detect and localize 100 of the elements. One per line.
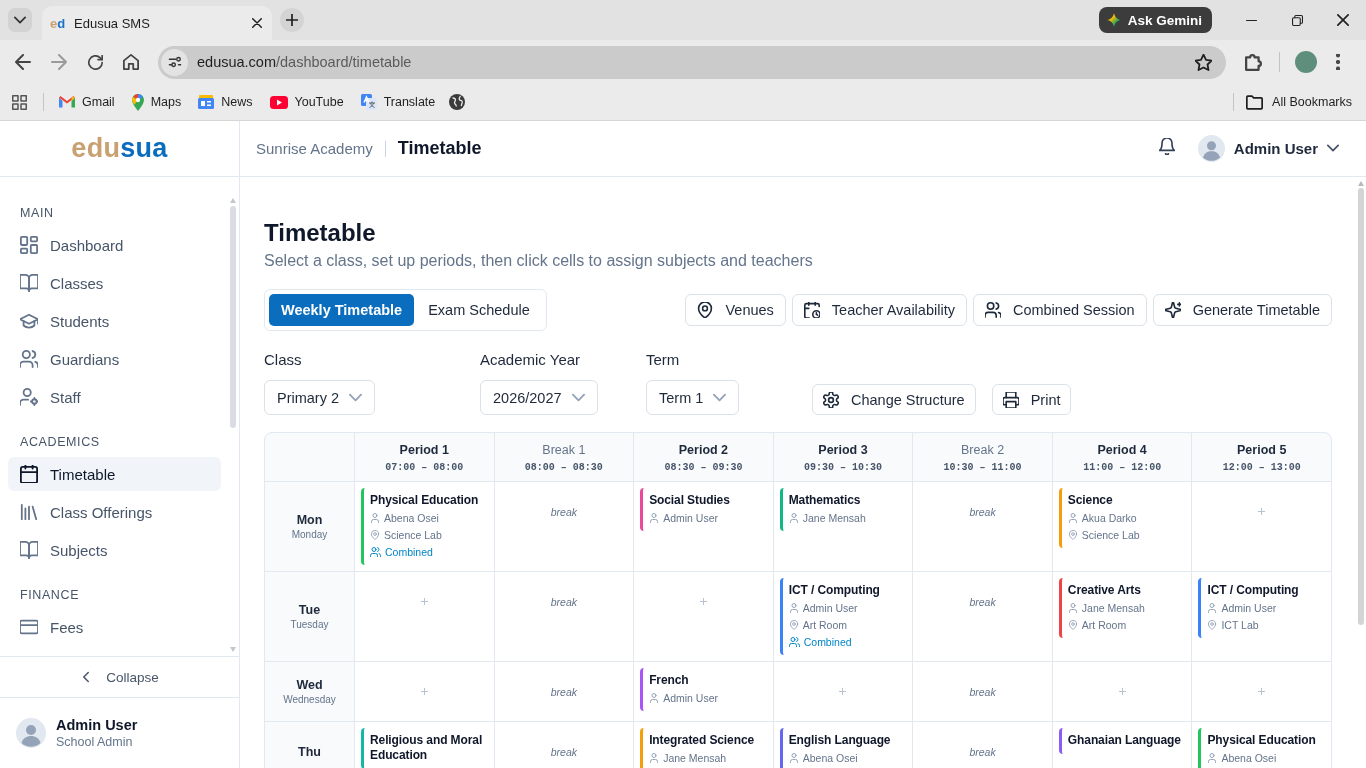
lesson-card[interactable]: Social Studies Admin User: [640, 488, 767, 531]
nav-item[interactable]: Students: [8, 304, 221, 338]
home-icon[interactable]: [123, 54, 139, 70]
map-pin-icon: [1067, 619, 1078, 630]
bookmark-link[interactable]: News: [192, 88, 259, 116]
grid-icon: [20, 236, 38, 254]
nav-item[interactable]: Guardians: [8, 342, 221, 376]
restore-icon[interactable]: [1291, 14, 1303, 26]
bookmark-link[interactable]: Gmail: [53, 88, 121, 116]
timetable-slot[interactable]: ICT / Computing Admin User Art Room Combined: [772, 571, 913, 661]
tab[interactable]: Exam Schedule: [416, 294, 542, 326]
bookmark-link[interactable]: YouTube: [263, 88, 350, 116]
lesson-card[interactable]: Integrated Science Jane Mensah: [640, 728, 767, 768]
action-button[interactable]: Venues: [685, 294, 786, 326]
dropdown[interactable]: Primary 2: [264, 380, 376, 415]
action-button[interactable]: Combined Session: [972, 294, 1147, 326]
back-icon[interactable]: [15, 54, 31, 70]
lesson-card[interactable]: Physical Education Abena Osei Science Lab Combined: [361, 488, 488, 565]
bookmarks-folder[interactable]: All Bookmarks: [1240, 88, 1358, 116]
combined-tag: Combined: [385, 545, 433, 558]
close-icon[interactable]: [1337, 14, 1349, 26]
nav-item[interactable]: Classes: [8, 266, 221, 300]
timetable-slot[interactable]: Physical Education Abena Osei Science Lab Combined: [354, 481, 494, 571]
browser-tab[interactable]: ed Edusua SMS: [42, 6, 272, 40]
lesson-card[interactable]: ICT / Computing Admin User Art Room Combined: [779, 578, 907, 655]
nav-item[interactable]: Timetable: [8, 457, 221, 491]
person-icon: [649, 692, 660, 703]
dropdown[interactable]: Term 1: [646, 380, 740, 415]
people-icon: [984, 302, 1001, 318]
nav-item[interactable]: Dashboard: [8, 228, 221, 262]
tune-icon[interactable]: [167, 55, 182, 69]
break-label: break: [550, 595, 577, 608]
page-title: Timetable: [264, 219, 377, 247]
timetable-slot[interactable]: Social Studies Admin User: [633, 481, 773, 571]
tab[interactable]: Weekly Timetable: [269, 294, 415, 326]
teacher-name: Admin User: [663, 691, 718, 704]
timetable-slot[interactable]: Creative Arts Jane Mensah Art Room: [1051, 571, 1192, 661]
bell-icon[interactable]: [1158, 138, 1175, 155]
user-menu[interactable]: Admin User: [1197, 135, 1339, 162]
plus-icon[interactable]: [420, 688, 428, 695]
nav-item[interactable]: Subjects: [8, 533, 221, 567]
dropdown[interactable]: 2026/2027: [480, 380, 598, 415]
timetable-slot[interactable]: Science Akua Darko Science Lab: [1051, 481, 1192, 571]
lesson-card[interactable]: Science Akua Darko Science Lab: [1058, 488, 1186, 548]
lesson-card[interactable]: Mathematics Jane Mensah: [779, 488, 907, 531]
timetable-slot[interactable]: Physical Education Abena Osei: [1191, 721, 1331, 768]
bookmark-link[interactable]: Translate: [354, 88, 442, 116]
timetable-slot[interactable]: English Language Abena Osei: [772, 721, 913, 768]
break-label: break: [550, 505, 577, 518]
column-title: Period 5: [1236, 442, 1288, 458]
globe-icon[interactable]: [449, 94, 466, 110]
nav-item[interactable]: Class Offerings: [8, 495, 221, 529]
new-tab-button[interactable]: [280, 8, 304, 32]
nav-item[interactable]: Fees: [8, 610, 221, 644]
action-button[interactable]: Teacher Availability: [791, 294, 967, 326]
plus-icon[interactable]: [1258, 508, 1266, 515]
lesson-card[interactable]: Religious and Moral Education: [361, 728, 488, 768]
reload-icon[interactable]: [87, 54, 103, 70]
tool-button[interactable]: Print: [991, 384, 1072, 415]
forward-icon[interactable]: [51, 54, 67, 70]
timetable-slot[interactable]: Integrated Science Jane Mensah: [633, 721, 773, 768]
timetable-slot[interactable]: French Admin User: [633, 661, 773, 721]
timetable-slot[interactable]: ICT / Computing Admin User ICT Lab: [1191, 571, 1331, 661]
assistant-button[interactable]: Ask Gemini: [1098, 7, 1212, 33]
puzzle-icon[interactable]: [1244, 53, 1262, 71]
plus-icon[interactable]: [839, 688, 847, 695]
nav-item[interactable]: Staff: [8, 380, 221, 414]
more-icon[interactable]: [1336, 54, 1340, 70]
subject-name: Integrated Science: [649, 733, 756, 748]
timetable-slot[interactable]: Mathematics Jane Mensah: [772, 481, 913, 571]
address-bar[interactable]: edusua.com/dashboard/timetable: [158, 45, 1226, 79]
favicon: ed: [50, 15, 66, 31]
lesson-card[interactable]: English Language Abena Osei: [779, 728, 907, 768]
apps-icon[interactable]: [12, 94, 27, 110]
tab-search-button[interactable]: [8, 8, 32, 32]
subject-name: Science: [1067, 493, 1114, 508]
plus-icon[interactable]: [1118, 688, 1126, 695]
lesson-card[interactable]: ICT / Computing Admin User ICT Lab: [1198, 578, 1325, 638]
close-icon[interactable]: [252, 18, 262, 28]
collapse-button[interactable]: Collapse: [80, 669, 159, 685]
subject-name: Physical Education: [1207, 733, 1317, 748]
person-icon: [788, 512, 799, 523]
lesson-card[interactable]: Ghanaian Language: [1058, 728, 1186, 754]
action-button[interactable]: Generate Timetable: [1152, 294, 1332, 326]
sparkle-icon: [1106, 13, 1121, 27]
tool-button[interactable]: Change Structure: [812, 384, 976, 415]
plus-icon[interactable]: [1258, 688, 1266, 695]
lesson-card[interactable]: Creative Arts Jane Mensah Art Room: [1058, 578, 1186, 638]
star-icon[interactable]: [1195, 53, 1212, 71]
venue-name: ICT Lab: [1221, 618, 1259, 631]
bookmark-link[interactable]: Maps: [125, 88, 188, 116]
profile-picture[interactable]: [1295, 51, 1317, 73]
timetable-slot[interactable]: Ghanaian Language: [1051, 721, 1192, 768]
lesson-card[interactable]: French Admin User: [640, 668, 767, 711]
timetable-slot[interactable]: Religious and Moral Education: [354, 721, 494, 768]
time-range: 08:00 – 08:30: [523, 461, 604, 475]
plus-icon[interactable]: [420, 598, 428, 605]
lesson-card[interactable]: Physical Education Abena Osei: [1198, 728, 1325, 768]
map-pin-icon: [370, 529, 380, 540]
plus-icon[interactable]: [699, 598, 707, 605]
